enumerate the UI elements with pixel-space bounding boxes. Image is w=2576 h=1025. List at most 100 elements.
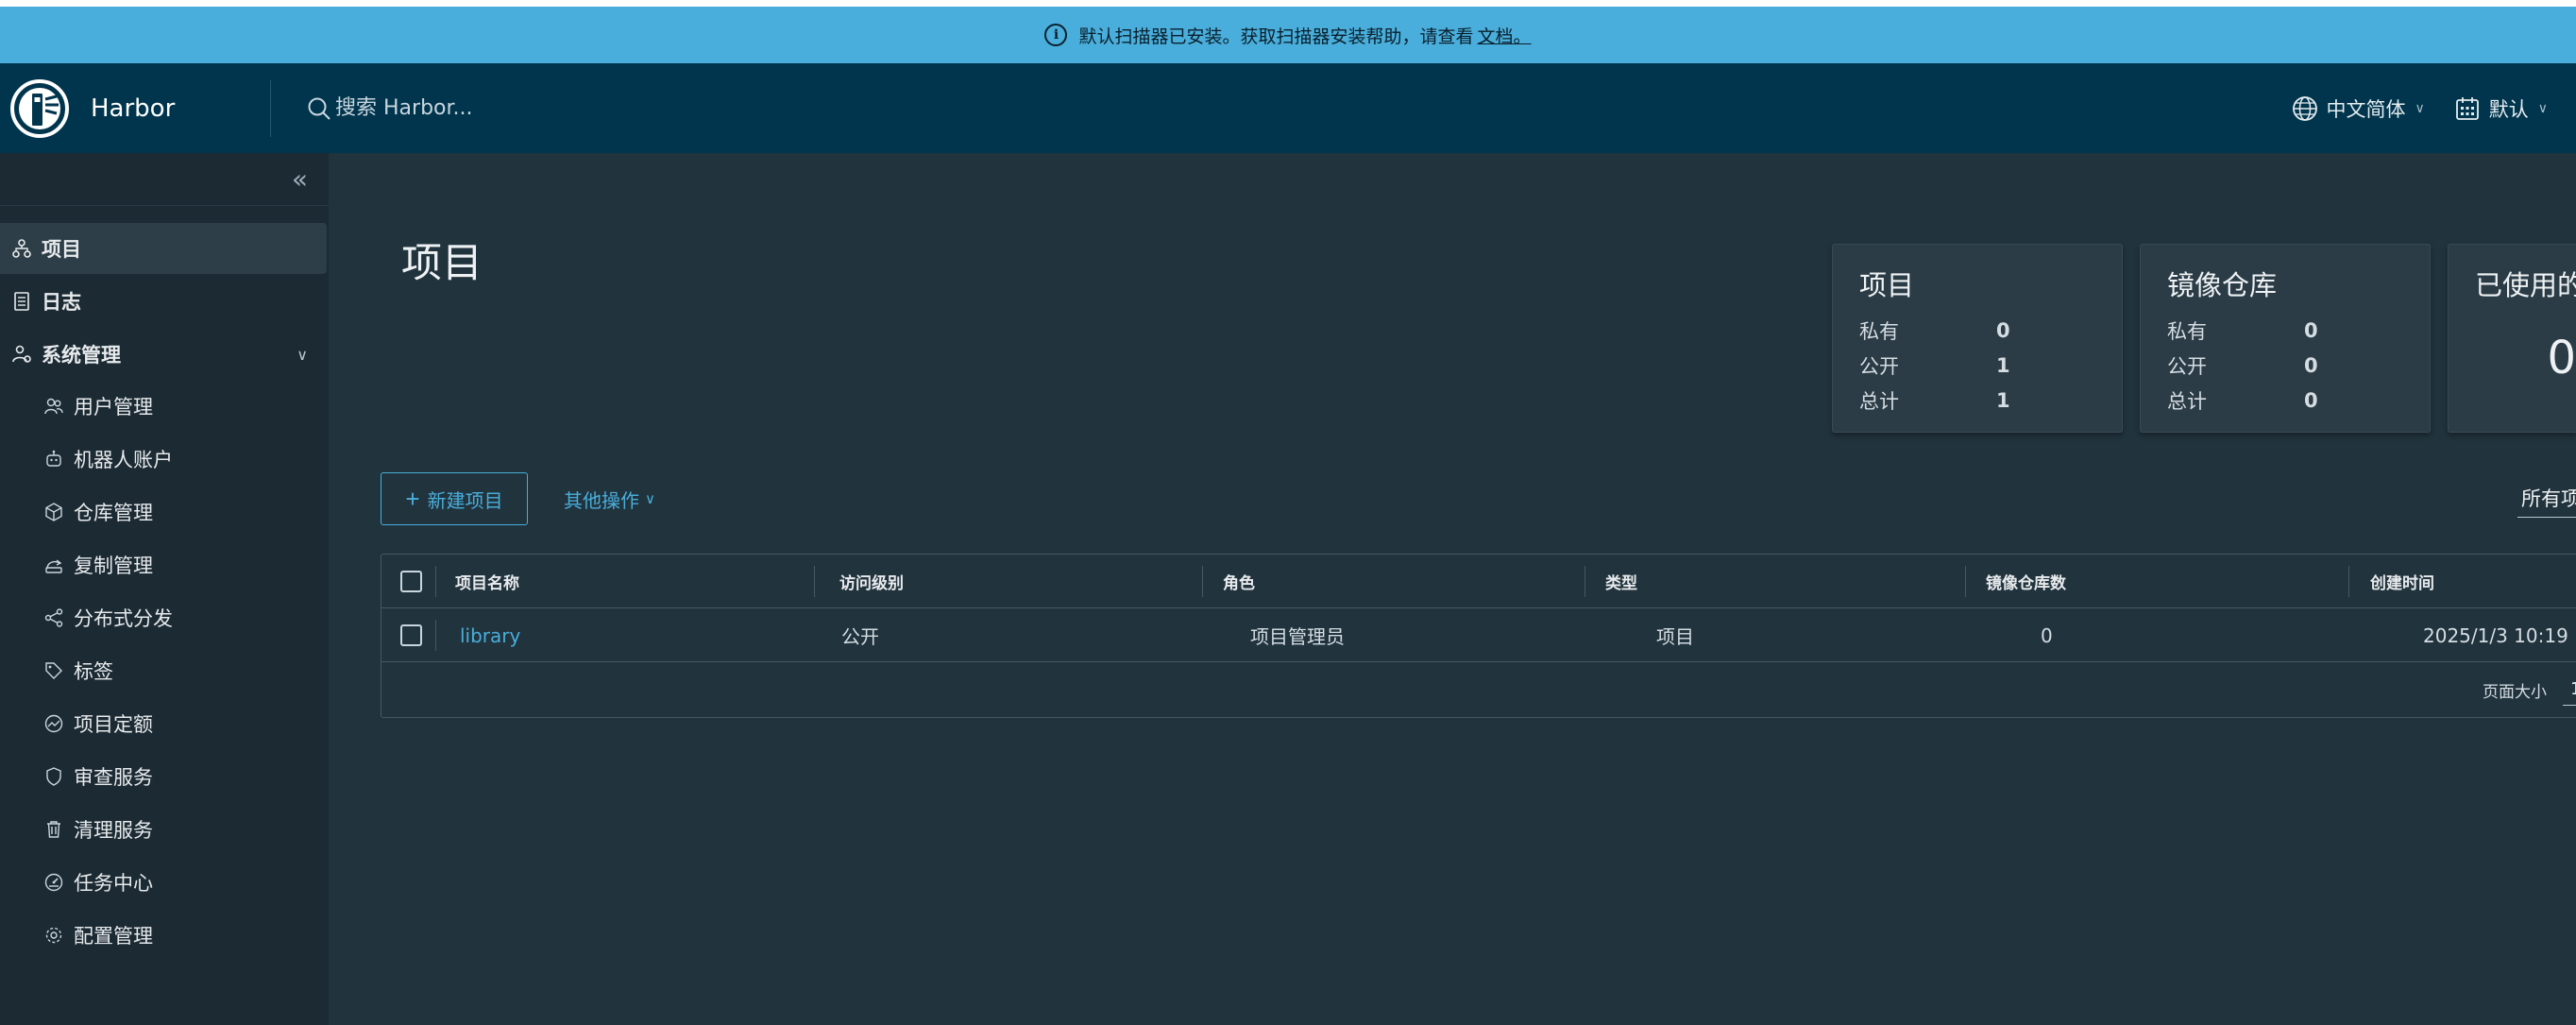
banner-doc-link[interactable]: 文档。 bbox=[1478, 23, 1532, 48]
sidebar-item-label: 清理服务 bbox=[74, 819, 153, 842]
quota-icon bbox=[44, 714, 63, 733]
harbor-logo-icon[interactable] bbox=[9, 78, 70, 139]
global-search[interactable] bbox=[307, 96, 675, 121]
sidebar-item-robot-accounts[interactable]: 机器人账户 bbox=[0, 433, 329, 486]
card-row: 私有 0 bbox=[1859, 313, 2122, 348]
sidebar-item-interrogation-services[interactable]: 审查服务 bbox=[0, 750, 329, 803]
language-selector[interactable]: 中文简体 ∨ bbox=[2291, 94, 2425, 123]
creation-time-cell: 2025/1/3 10:19 bbox=[2423, 624, 2568, 647]
sidebar-item-distributions[interactable]: 分布式分发 bbox=[0, 591, 329, 644]
plus-icon: + bbox=[405, 484, 420, 513]
globe-icon bbox=[2292, 95, 2317, 121]
table-footer: 页面大小 15 ∨ bbox=[381, 662, 2576, 717]
chevron-down-icon: ∨ bbox=[2537, 100, 2548, 116]
sidebar-item-label: 分布式分发 bbox=[74, 607, 173, 630]
sidebar-item-job-service[interactable]: 任务中心 bbox=[0, 856, 329, 909]
column-header[interactable]: 类型 bbox=[1605, 555, 1637, 608]
header-divider bbox=[270, 79, 271, 137]
card-row: 私有 0 bbox=[2167, 313, 2430, 348]
replication-icon bbox=[45, 559, 62, 573]
new-project-label: 新建项目 bbox=[427, 490, 503, 512]
card-row: 总计 0 bbox=[2167, 383, 2430, 418]
language-label: 中文简体 bbox=[2326, 97, 2406, 121]
gear-icon bbox=[45, 927, 62, 944]
dashboard-icon bbox=[44, 873, 63, 892]
logs-icon bbox=[14, 292, 29, 311]
card-row: 总计 1 bbox=[1859, 383, 2122, 418]
sidebar-item-projects[interactable]: 项目 bbox=[0, 223, 327, 274]
row-checkbox[interactable] bbox=[400, 624, 422, 646]
new-project-button[interactable]: + 新建项目 bbox=[381, 472, 528, 525]
stat-value: 0 bbox=[2304, 318, 2318, 342]
column-header[interactable]: 访问级别 bbox=[839, 555, 904, 608]
main-content: 项目 项目 私有 0 公开 1 总计 1 镜像仓库 私有 0 公开 0 总计 0 已使用的 … bbox=[329, 153, 2576, 1025]
storage-summary-card: 已使用的 0 bbox=[2448, 244, 2576, 433]
sidebar-item-labels[interactable]: 标签 bbox=[0, 644, 329, 697]
project-filter-select[interactable]: 所有项 bbox=[2517, 476, 2576, 518]
more-actions-dropdown[interactable]: 其他操作 ∨ bbox=[564, 472, 655, 525]
table-row: library 公开 项目管理员 项目 0 2025/1/3 10:19 bbox=[381, 608, 2576, 662]
stat-value: 0 bbox=[2304, 353, 2318, 377]
robot-icon bbox=[46, 450, 61, 467]
column-header[interactable]: 创建时间 bbox=[2370, 555, 2434, 608]
sidebar-item-label: 项目定额 bbox=[74, 713, 153, 736]
search-icon bbox=[308, 97, 330, 120]
stat-value: 0 bbox=[2304, 388, 2318, 412]
card-title: 项目 bbox=[1859, 269, 1915, 301]
column-separator bbox=[1202, 566, 1203, 597]
column-header[interactable]: 角色 bbox=[1223, 555, 1255, 608]
access-level-cell: 公开 bbox=[841, 625, 879, 648]
more-actions-label: 其他操作 bbox=[564, 488, 639, 512]
calendar-icon bbox=[2455, 96, 2479, 120]
projects-icon bbox=[12, 239, 31, 258]
stat-value: 1 bbox=[1996, 388, 2010, 412]
sidebar-item-label: 系统管理 bbox=[42, 344, 121, 367]
sidebar-item-logs[interactable]: 日志 bbox=[0, 276, 329, 327]
type-cell: 项目 bbox=[1656, 625, 1694, 648]
sidebar: « 项目 日志 系统管理 ∨ 用户管理 机器人账户 仓库管理 复制管理 分布式分… bbox=[0, 153, 329, 1025]
chevron-down-icon: ∨ bbox=[297, 345, 308, 364]
project-name-link[interactable]: library bbox=[460, 608, 520, 662]
stat-label: 私有 bbox=[1859, 319, 1899, 343]
sidebar-item-replications[interactable]: 复制管理 bbox=[0, 538, 329, 591]
sidebar-item-label: 任务中心 bbox=[74, 872, 153, 895]
sidebar-item-registries[interactable]: 仓库管理 bbox=[0, 486, 329, 538]
column-separator bbox=[435, 566, 436, 597]
top-header: Harbor 中文简体 ∨ 默认 bbox=[0, 63, 2576, 153]
card-title: 镜像仓库 bbox=[2167, 269, 2278, 301]
projects-summary-card: 项目 私有 0 公开 1 总计 1 bbox=[1832, 244, 2123, 433]
card-row: 公开 0 bbox=[2167, 348, 2430, 383]
sidebar-item-admin[interactable]: 系统管理 ∨ bbox=[0, 329, 329, 380]
column-separator bbox=[435, 620, 436, 651]
column-separator bbox=[1965, 566, 1966, 597]
sidebar-item-label: 审查服务 bbox=[74, 766, 153, 789]
card-title: 已使用的 bbox=[2475, 269, 2576, 301]
sidebar-item-label: 标签 bbox=[74, 660, 113, 683]
tag-icon bbox=[45, 662, 62, 679]
sidebar-item-label: 配置管理 bbox=[74, 925, 153, 948]
column-header[interactable]: 项目名称 bbox=[455, 555, 519, 608]
trash-icon bbox=[47, 821, 60, 838]
sidebar-item-quotas[interactable]: 项目定额 bbox=[0, 697, 329, 750]
page-size-value: 15 bbox=[2570, 679, 2576, 699]
collapse-sidebar-icon[interactable]: « bbox=[292, 163, 308, 195]
info-icon: i bbox=[1044, 24, 1068, 46]
column-separator bbox=[814, 566, 815, 597]
column-header[interactable]: 镜像仓库数 bbox=[1986, 555, 2066, 608]
search-input[interactable] bbox=[335, 96, 675, 120]
sidebar-item-label: 机器人账户 bbox=[74, 449, 173, 471]
stat-label: 总计 bbox=[2167, 389, 2207, 413]
stat-label: 公开 bbox=[2167, 354, 2207, 378]
select-all-checkbox[interactable] bbox=[400, 571, 422, 592]
stat-label: 私有 bbox=[2167, 319, 2207, 343]
sidebar-item-configuration[interactable]: 配置管理 bbox=[0, 909, 329, 962]
sidebar-item-label: 复制管理 bbox=[74, 555, 153, 577]
date-format-selector[interactable]: 默认 ∨ bbox=[2453, 94, 2548, 123]
date-format-label: 默认 bbox=[2488, 97, 2529, 121]
app-name[interactable]: Harbor bbox=[91, 94, 270, 123]
sidebar-item-clean-up[interactable]: 清理服务 bbox=[0, 803, 329, 856]
sidebar-item-users[interactable]: 用户管理 bbox=[0, 380, 329, 433]
page-size-select[interactable]: 15 ∨ bbox=[2563, 674, 2576, 706]
stat-label: 公开 bbox=[1859, 354, 1899, 378]
chevron-down-icon: ∨ bbox=[645, 490, 655, 507]
